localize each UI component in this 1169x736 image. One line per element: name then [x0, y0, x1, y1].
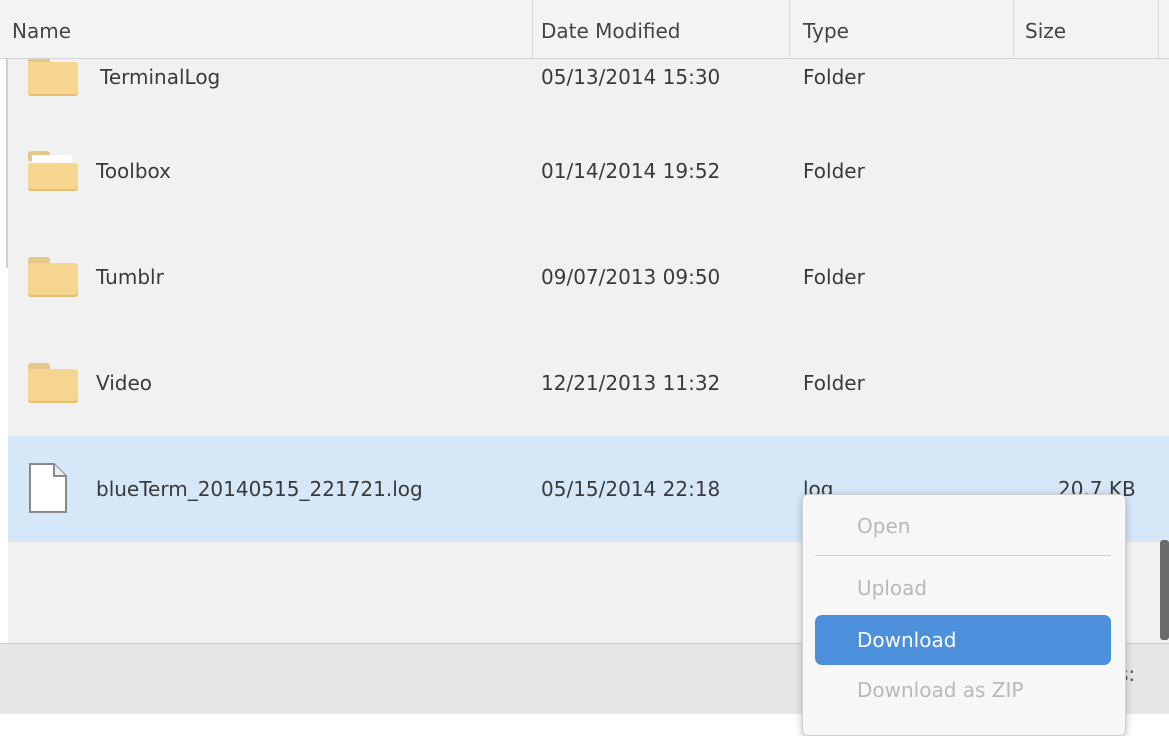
file-name: Toolbox: [96, 159, 171, 183]
folder-icon: [28, 151, 78, 191]
menu-item-download[interactable]: Download: [815, 615, 1111, 665]
file-type: Folder: [803, 371, 865, 395]
file-name: Video: [96, 371, 153, 395]
context-menu: Open Upload Download Download as ZIP: [802, 494, 1126, 736]
column-name-header[interactable]: Name: [12, 0, 71, 58]
menu-item-upload[interactable]: Upload: [815, 563, 1111, 613]
file-name: blueTerm_20140515_221721.log: [96, 477, 423, 501]
file-date: 12/21/2013 11:32: [541, 371, 721, 395]
folder-icon: [28, 363, 78, 403]
file-type: Folder: [803, 265, 865, 289]
column-divider[interactable]: [1158, 0, 1159, 58]
column-size-header[interactable]: Size: [1025, 0, 1066, 58]
menu-item-download-zip[interactable]: Download as ZIP: [815, 665, 1111, 715]
file-icon: [29, 463, 67, 513]
scroll-edge: [6, 58, 8, 268]
column-header: Name Date Modified Type Size: [0, 0, 1169, 59]
file-row[interactable]: Toolbox 01/14/2014 19:52 Folder: [8, 118, 1169, 225]
column-date-header[interactable]: Date Modified: [541, 0, 681, 58]
column-type-header[interactable]: Type: [803, 0, 849, 58]
file-date: 09/07/2013 09:50: [541, 265, 721, 289]
scrollbar-thumb[interactable]: [1160, 540, 1169, 640]
file-date: 05/15/2014 22:18: [541, 477, 721, 501]
file-type: Folder: [803, 159, 865, 183]
column-divider[interactable]: [1013, 0, 1014, 58]
file-date: 01/14/2014 19:52: [541, 159, 721, 183]
column-divider[interactable]: [789, 0, 790, 58]
file-row[interactable]: Video 12/21/2013 11:32 Folder: [8, 330, 1169, 437]
file-name: Tumblr: [96, 265, 164, 289]
file-row[interactable]: Tumblr 09/07/2013 09:50 Folder: [8, 224, 1169, 331]
folder-icon: [28, 257, 78, 297]
folder-icon: [28, 56, 78, 96]
menu-item-open[interactable]: Open: [815, 501, 1111, 551]
column-divider[interactable]: [532, 0, 533, 58]
menu-separator: [815, 555, 1111, 556]
